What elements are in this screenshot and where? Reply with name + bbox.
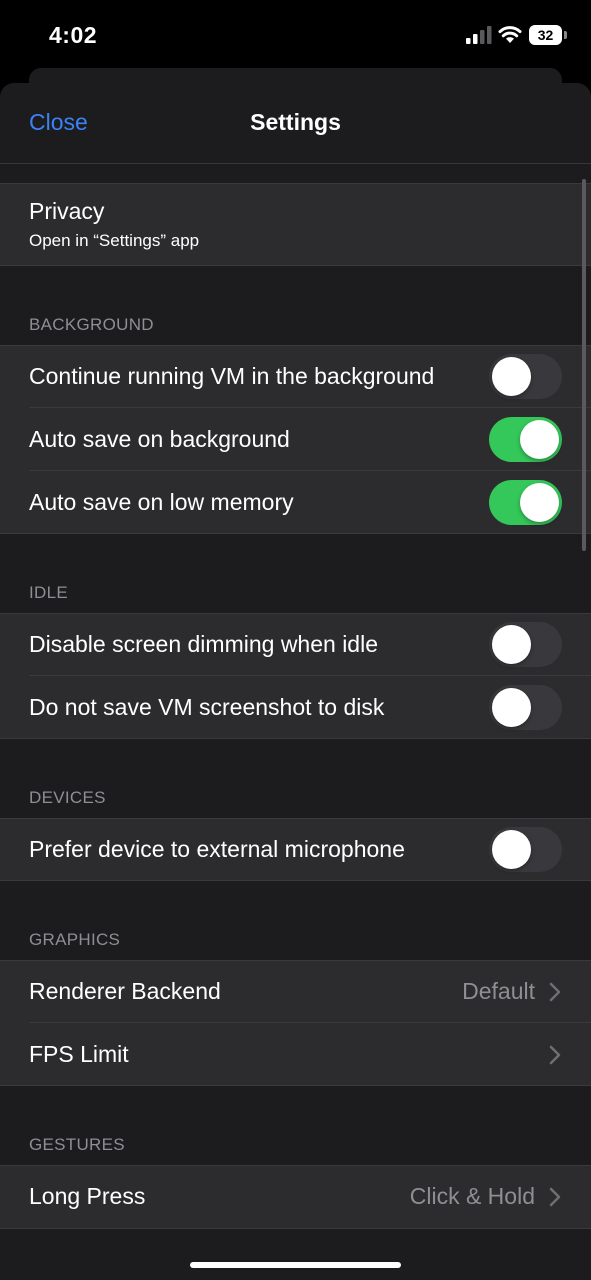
chevron-right-icon (549, 1187, 561, 1207)
privacy-title: Privacy (29, 198, 105, 224)
prefer-device-mic-toggle[interactable] (489, 827, 562, 872)
setting-row-long-press[interactable]: Long Press Click & Hold (0, 1166, 591, 1229)
status-bar: 4:02 32 (0, 0, 591, 70)
toggle-knob (492, 830, 531, 869)
disable-dimming-toggle[interactable] (489, 622, 562, 667)
setting-value: Default (462, 978, 535, 1004)
setting-value: Click & Hold (409, 1183, 535, 1209)
privacy-row[interactable]: Privacy Open in “Settings” app (0, 184, 591, 266)
toggle-knob (492, 357, 531, 396)
continue-running-toggle[interactable] (489, 354, 562, 399)
wifi-icon (498, 26, 522, 43)
setting-row-no-screenshot: Do not save VM screenshot to disk (0, 676, 591, 739)
setting-label: Renderer Backend (29, 978, 221, 1004)
section-header-background: BACKGROUND (29, 315, 154, 334)
status-time: 4:02 (49, 22, 98, 48)
battery-tip (564, 31, 567, 39)
setting-row-renderer-backend[interactable]: Renderer Backend Default (0, 961, 591, 1023)
section-header-devices: DEVICES (29, 788, 106, 807)
setting-label: Continue running VM in the background (29, 363, 435, 389)
section-header-graphics: GRAPHICS (29, 930, 121, 949)
toggle-knob (492, 688, 531, 727)
toggle-knob (520, 420, 559, 459)
setting-row-prefer-device-mic: Prefer device to external microphone (0, 819, 591, 881)
setting-label: FPS Limit (29, 1041, 129, 1067)
setting-label: Auto save on low memory (29, 489, 294, 515)
setting-label: Disable screen dimming when idle (29, 631, 378, 657)
setting-row-auto-save-low-memory: Auto save on low memory (0, 471, 591, 534)
privacy-subtitle: Open in “Settings” app (29, 231, 200, 250)
battery-icon: 32 (529, 25, 567, 45)
toggle-knob (520, 483, 559, 522)
chevron-right-icon (549, 982, 561, 1002)
setting-label: Long Press (29, 1183, 146, 1209)
auto-save-background-toggle[interactable] (489, 417, 562, 462)
scroll-indicator[interactable] (582, 179, 586, 551)
cellular-signal-icon (466, 26, 492, 44)
section-header-idle: IDLE (29, 583, 68, 602)
page-title: Settings (250, 109, 341, 135)
section-header-gestures: GESTURES (29, 1135, 125, 1154)
chevron-right-icon (549, 1045, 561, 1065)
setting-label: Do not save VM screenshot to disk (29, 694, 385, 720)
toggle-knob (492, 625, 531, 664)
settings-sheet: Close Settings Privacy Open in “Settings… (0, 83, 591, 1280)
home-indicator[interactable] (190, 1262, 401, 1268)
auto-save-low-memory-toggle[interactable] (489, 480, 562, 525)
setting-label: Auto save on background (29, 426, 290, 452)
setting-row-continue-running: Continue running VM in the background (0, 346, 591, 408)
setting-row-auto-save-background: Auto save on background (0, 408, 591, 471)
battery-level: 32 (529, 25, 562, 45)
setting-label: Prefer device to external microphone (29, 836, 405, 862)
no-screenshot-toggle[interactable] (489, 685, 562, 730)
setting-row-fps-limit[interactable]: FPS Limit (0, 1023, 591, 1086)
setting-row-disable-dimming: Disable screen dimming when idle (0, 614, 591, 676)
nav-bar: Close Settings (0, 83, 591, 164)
